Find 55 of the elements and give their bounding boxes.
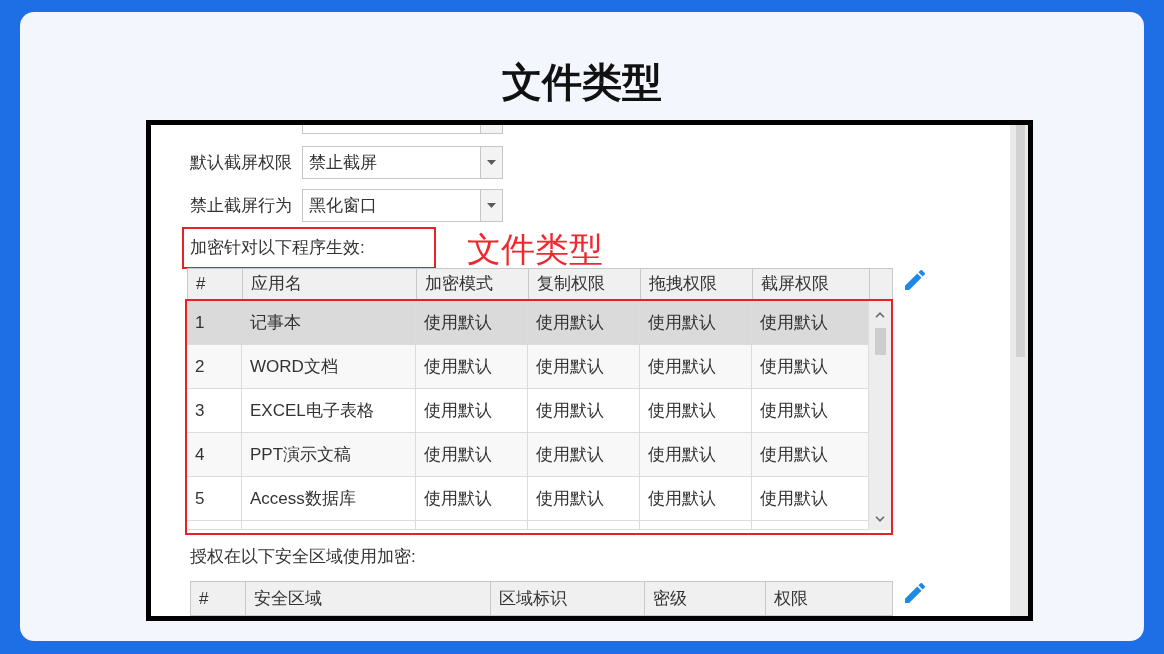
section-label: 授权在以下安全区域使用加密: (190, 547, 417, 567)
table-cell: 使用默认 (416, 301, 528, 344)
table-cell: 2 (187, 345, 242, 388)
table-cell: Access数据库 (242, 477, 416, 520)
column-header[interactable]: # (191, 582, 246, 615)
table-cell: 使用默认 (528, 301, 640, 344)
table-cell: 5 (187, 477, 242, 520)
table-cell: 使用默认 (640, 477, 752, 520)
table-row[interactable]: 2 WORD文档 使用默认 使用默认 使用默认 使用默认 (187, 345, 869, 389)
table-cell: 1 (187, 301, 242, 344)
table-cell: 4 (187, 433, 242, 476)
section-label: 加密针对以下程序生效: (190, 237, 365, 259)
table-cell: PPT演示文稿 (242, 433, 416, 476)
table-cell: 记事本 (242, 301, 416, 344)
annotation-label: 文件类型 (467, 231, 603, 267)
scrollbar-thumb[interactable] (874, 328, 886, 355)
table-cell: 使用默认 (640, 389, 752, 432)
dropdown-button[interactable] (480, 190, 502, 221)
table-cell: 使用默认 (640, 345, 752, 388)
column-header[interactable]: 安全区域 (246, 582, 491, 615)
caret-icon (487, 203, 496, 208)
table-cell: 使用默认 (528, 345, 640, 388)
table-cell: 使用默认 (640, 301, 752, 344)
table-cell: 3 (187, 389, 242, 432)
field-label: 默认截屏权限 (190, 151, 293, 174)
table-cell: WORD文档 (242, 345, 416, 388)
table-cell: 使用默认 (416, 477, 528, 520)
table-cell: 使用默认 (528, 477, 640, 520)
pencil-icon[interactable] (905, 583, 925, 603)
table-row[interactable]: 3 EXCEL电子表格 使用默认 使用默认 使用默认 使用默认 (187, 389, 869, 433)
chevron-down-icon[interactable] (875, 516, 885, 522)
table-cell: EXCEL电子表格 (242, 389, 416, 432)
table-row[interactable]: 4 PPT演示文稿 使用默认 使用默认 使用默认 使用默认 (187, 433, 869, 477)
page-title: 文件类型 (502, 60, 662, 104)
column-header[interactable]: 权限 (766, 582, 892, 615)
dropdown[interactable]: 禁止截屏 (302, 146, 503, 179)
column-header[interactable]: 区域标识 (491, 582, 645, 615)
scrollbar[interactable] (869, 301, 891, 530)
field-label: 禁止截屏行为 (190, 194, 293, 217)
table-cell: 使用默认 (640, 433, 752, 476)
table-cell: 使用默认 (416, 433, 528, 476)
scrollbar-thumb[interactable] (1016, 125, 1025, 357)
table-cell: 使用默认 (416, 389, 528, 432)
table-cell: 使用默认 (528, 389, 640, 432)
table-cell: 使用默认 (528, 433, 640, 476)
table-row[interactable]: 5 Access数据库 使用默认 使用默认 使用默认 使用默认 (187, 477, 869, 521)
scrollbar[interactable] (1010, 125, 1028, 616)
table-cell: 使用默认 (416, 345, 528, 388)
column-header[interactable]: 密级 (645, 582, 766, 615)
table-row[interactable]: 1 记事本 使用默认 使用默认 使用默认 使用默认 (187, 301, 869, 345)
caret-icon (487, 160, 496, 165)
chevron-up-icon[interactable] (875, 312, 885, 318)
pencil-icon[interactable] (905, 270, 925, 290)
dropdown-button[interactable] (480, 147, 502, 178)
dropdown[interactable]: 黑化窗口 (302, 189, 503, 222)
